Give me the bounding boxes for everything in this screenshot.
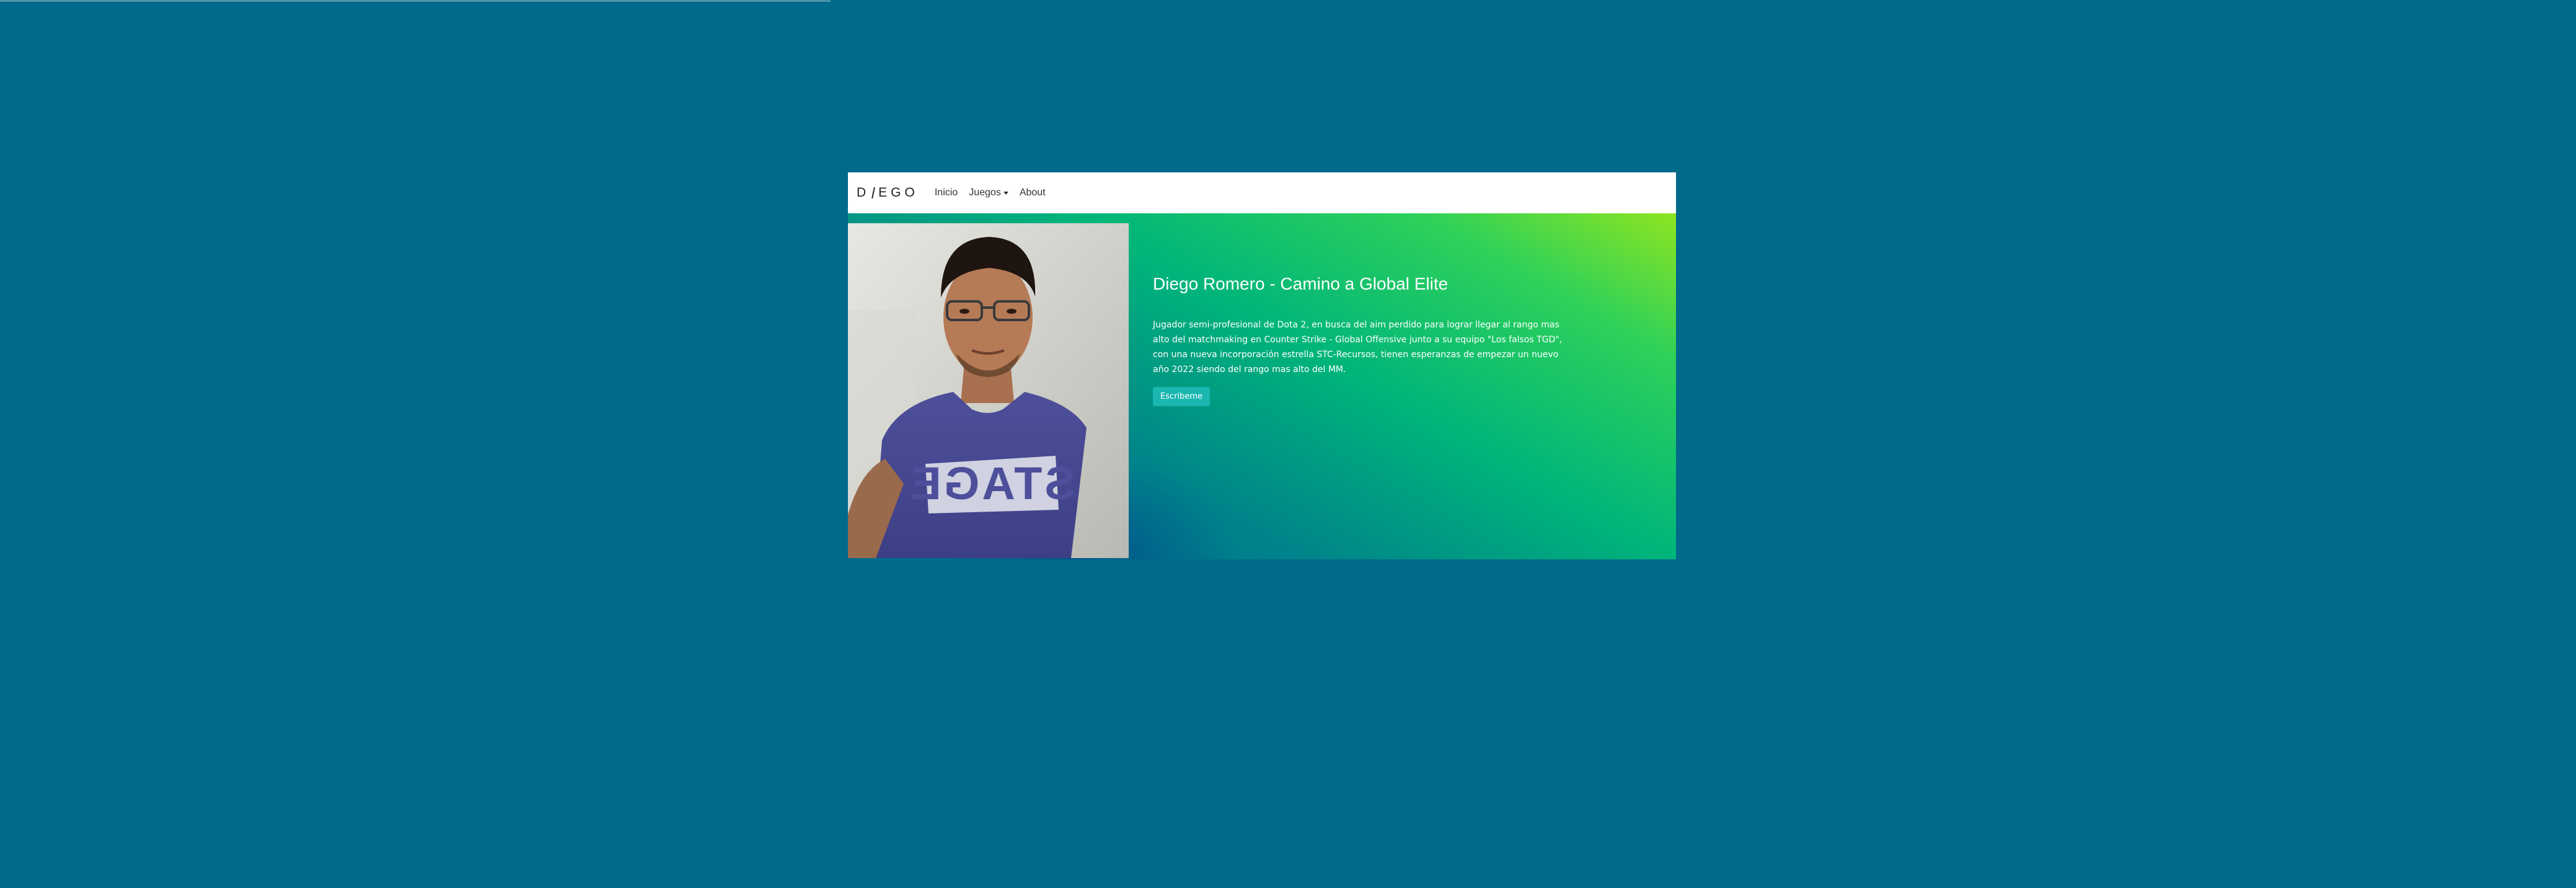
hero-title: Diego Romero - Camino a Global Elite (1153, 274, 1449, 293)
shirt-print-text: STAGE (908, 458, 1075, 509)
brand-logo[interactable]: D EGO (857, 185, 919, 200)
nav-link-about[interactable]: About (1020, 187, 1046, 198)
navbar: D EGO Inicio Juegos About (848, 172, 1676, 213)
hero-section: STAGE Diego Romero - Camino a Global Eli… (848, 213, 1676, 559)
profile-photo-illustration: STAGE (848, 223, 1129, 558)
hero-description: Jugador semi-profesional de Dota 2, en b… (1153, 320, 1563, 375)
nav-dropdown-label: Juegos (969, 187, 1001, 198)
logo-slash-icon (871, 186, 876, 200)
page-frame: D EGO Inicio Juegos About STAGE Diego Ro… (848, 172, 1676, 559)
profile-photo: STAGE (848, 223, 1129, 558)
brand-letter: D (857, 185, 870, 200)
top-loading-line (0, 0, 831, 2)
hero-content: Diego Romero - Camino a Global Elite Jug… (1153, 274, 1574, 406)
caret-down-icon (1003, 191, 1008, 195)
nav-links: Inicio Juegos About (935, 187, 1046, 198)
contact-button[interactable]: Escribeme (1153, 387, 1211, 406)
nav-dropdown-juegos[interactable]: Juegos (969, 187, 1008, 198)
nav-link-inicio[interactable]: Inicio (935, 187, 958, 198)
brand-letters: EGO (878, 185, 919, 200)
